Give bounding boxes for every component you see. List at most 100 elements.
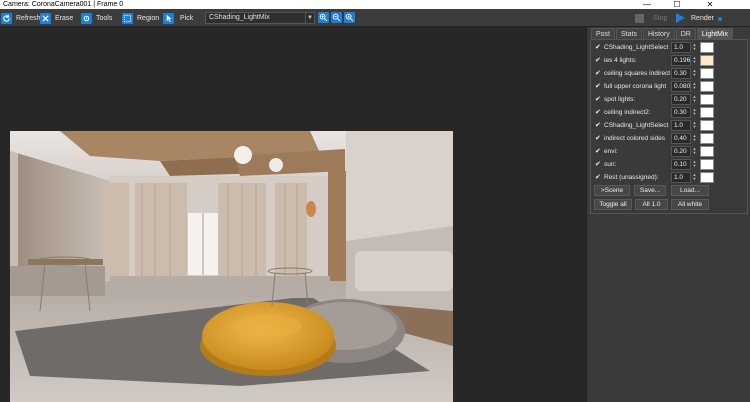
checkbox[interactable]: ✔ xyxy=(595,83,602,90)
color-swatch[interactable] xyxy=(700,120,714,131)
all-white-button[interactable]: All white xyxy=(671,199,709,210)
intensity-field[interactable]: 0.30 xyxy=(671,68,691,79)
spinner-icon[interactable]: ▲ ▼ xyxy=(692,69,697,78)
light-name: envi: xyxy=(604,148,618,155)
zoom-fit-icon xyxy=(345,13,354,22)
render-element-value: CShading_LightMix xyxy=(209,14,270,21)
region-button[interactable]: Region xyxy=(122,12,159,24)
panel-tabs: Post Stats History DR LightMix xyxy=(591,28,734,39)
zoom-fit-button[interactable] xyxy=(344,12,355,23)
minimize-button[interactable]: — xyxy=(632,0,662,9)
color-swatch[interactable] xyxy=(700,94,714,105)
save-button[interactable]: Save... xyxy=(634,185,666,196)
intensity-field[interactable]: 0.080 xyxy=(671,81,691,92)
refresh-label: Refresh xyxy=(16,14,41,22)
spinner-icon[interactable]: ▲ ▼ xyxy=(692,121,697,130)
color-swatch[interactable] xyxy=(700,146,714,157)
spinner-icon[interactable]: ▲ ▼ xyxy=(692,147,697,156)
maximize-button[interactable]: ☐ xyxy=(662,0,692,9)
region-label: Region xyxy=(137,14,160,22)
color-swatch[interactable] xyxy=(700,68,714,79)
checkbox[interactable]: ✔ xyxy=(595,174,602,181)
spinner-icon[interactable]: ▲ ▼ xyxy=(692,173,697,182)
intensity-field[interactable]: 1.0 xyxy=(671,120,691,131)
spinner-icon[interactable]: ▲ ▼ xyxy=(692,108,697,117)
intensity-field[interactable]: 0.10 xyxy=(671,159,691,170)
spinner-icon[interactable]: ▲ ▼ xyxy=(692,95,697,104)
lightmix-row: ✔ indirect colored sides 0.40 ▲ ▼ xyxy=(594,133,745,144)
light-name: ies 4 lights: xyxy=(604,57,637,64)
intensity-field[interactable]: 0.196 xyxy=(671,55,691,66)
tab-history[interactable]: History xyxy=(642,28,675,39)
intensity-field[interactable]: 1.0 xyxy=(671,172,691,183)
spinner-icon[interactable]: ▲ ▼ xyxy=(692,43,697,52)
toggle-all-button[interactable]: Toggle all xyxy=(594,199,632,210)
lightmix-row: ✔ envi: 0.20 ▲ ▼ xyxy=(594,146,745,157)
close-button[interactable]: ✕ xyxy=(695,0,725,9)
tools-button[interactable]: Tools xyxy=(81,12,112,24)
color-swatch[interactable] xyxy=(700,159,714,170)
light-name: CShading_LightSelect xyxy=(604,44,669,51)
color-swatch[interactable] xyxy=(700,133,714,144)
spinner-icon[interactable]: ▲ ▼ xyxy=(692,82,697,91)
render-element-select[interactable]: CShading_LightMix ▼ xyxy=(205,12,315,24)
color-swatch[interactable] xyxy=(700,107,714,118)
color-swatch[interactable] xyxy=(700,172,714,183)
lightmix-row: ✔ spot lights: 0.20 ▲ ▼ xyxy=(594,94,745,105)
checkbox[interactable]: ✔ xyxy=(595,161,602,168)
zoom-in-button[interactable] xyxy=(318,12,329,23)
lightmix-row: ✔ Rest (unassigned): 1.0 ▲ ▼ xyxy=(594,172,745,183)
intensity-field[interactable]: 0.20 xyxy=(671,146,691,157)
color-swatch[interactable] xyxy=(700,81,714,92)
spinner-icon[interactable]: ▲ ▼ xyxy=(692,134,697,143)
tab-stats[interactable]: Stats xyxy=(616,28,642,39)
pick-button[interactable]: Pick xyxy=(163,12,193,24)
tab-lightmix[interactable]: LightMix xyxy=(696,28,733,39)
light-name: ceiling squares indirect xyxy=(604,70,670,77)
lightmix-row: ✔ ceiling indirect2: 0.30 ▲ ▼ xyxy=(594,107,745,118)
spinner-icon[interactable]: ▲ ▼ xyxy=(692,160,697,169)
gear-icon xyxy=(81,12,92,24)
erase-button[interactable]: Erase xyxy=(40,12,73,24)
checkbox[interactable]: ✔ xyxy=(595,148,602,155)
stop-icon xyxy=(635,13,644,23)
color-swatch[interactable] xyxy=(700,42,714,53)
tab-dr[interactable]: DR xyxy=(675,28,696,39)
spinner-icon[interactable]: ▲ ▼ xyxy=(692,56,697,65)
light-name: sun: xyxy=(604,161,617,168)
rendered-image[interactable] xyxy=(10,131,453,402)
stop-label: Stop xyxy=(653,14,668,22)
all-one-button[interactable]: All 1.0 xyxy=(635,199,668,210)
render-label: Render xyxy=(691,14,714,22)
window-title: Camera: CoronaCamera001 | Frame 0 xyxy=(3,1,124,8)
intensity-field[interactable]: 0.20 xyxy=(671,94,691,105)
lightmix-row: ✔ ceiling squares indirect 0.30 ▲ ▼ xyxy=(594,68,745,79)
to-scene-button[interactable]: >Scene xyxy=(594,185,630,196)
intensity-field[interactable]: 1.0 xyxy=(671,42,691,53)
chevron-down-icon: ▼ xyxy=(305,13,314,23)
render-button[interactable]: Render xyxy=(676,12,722,24)
tab-post[interactable]: Post xyxy=(591,28,616,39)
pick-icon xyxy=(163,12,174,24)
checkbox[interactable]: ✔ xyxy=(595,109,602,116)
checkbox[interactable]: ✔ xyxy=(595,44,602,51)
checkbox[interactable]: ✔ xyxy=(595,70,602,77)
render-viewport[interactable] xyxy=(0,27,586,402)
erase-icon xyxy=(40,12,51,24)
side-panel: Post Stats History DR LightMix ✔ CShading… xyxy=(586,27,750,402)
checkbox[interactable]: ✔ xyxy=(595,135,602,142)
checkbox[interactable]: ✔ xyxy=(595,96,602,103)
stop-button[interactable]: Stop xyxy=(635,12,667,24)
refresh-button[interactable]: Refresh xyxy=(1,12,41,24)
region-icon xyxy=(122,12,133,24)
intensity-field[interactable]: 0.40 xyxy=(671,133,691,144)
light-name: full upper corona light xyxy=(604,83,667,90)
color-swatch[interactable] xyxy=(700,55,714,66)
checkbox[interactable]: ✔ xyxy=(595,122,602,129)
toolbar: Refresh Erase Tools Region Pick CShading… xyxy=(0,9,750,27)
checkbox[interactable]: ✔ xyxy=(595,57,602,64)
zoom-out-button[interactable] xyxy=(331,12,342,23)
intensity-field[interactable]: 0.30 xyxy=(671,107,691,118)
load-button[interactable]: Load... xyxy=(671,185,709,196)
rendered-interior-scene xyxy=(10,131,453,402)
